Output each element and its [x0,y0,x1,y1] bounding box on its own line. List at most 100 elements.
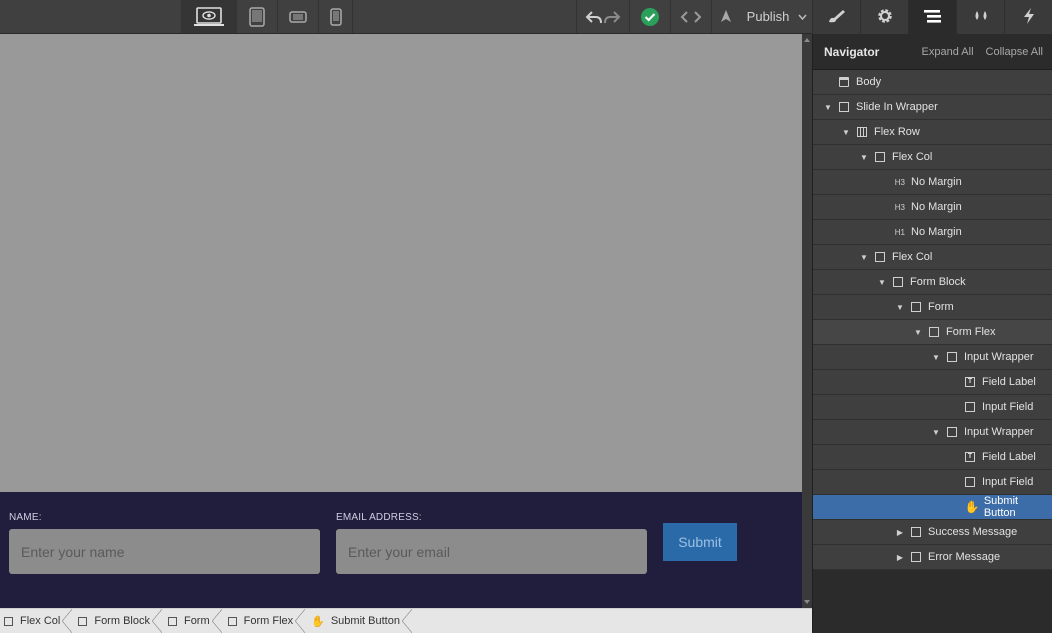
email-field-wrapper: EMAIL ADDRESS: Enter your email [336,512,647,574]
box-icon [911,552,921,562]
caret-down-icon[interactable]: ▼ [913,328,923,337]
tree-row-label: Input Wrapper [964,351,1034,363]
panel-tabs [812,0,1052,34]
code-export-button[interactable] [670,0,711,33]
box-icon [947,427,957,437]
tree-row[interactable]: T Field Label [813,445,1052,470]
tablet-view-button[interactable] [236,0,277,33]
breadcrumb-label: Flex Col [20,615,61,627]
breadcrumb-label: Submit Button [330,615,400,627]
tree-row[interactable]: H3 No Margin [813,195,1052,220]
publish-label: Publish [746,9,790,24]
box-icon [965,477,975,487]
text-field-icon: T [965,377,975,387]
scroll-up-arrow-icon[interactable] [804,38,810,42]
navigator-header: Navigator Expand All Collapse All [813,34,1052,70]
name-input[interactable]: Enter your name [9,529,320,574]
tree-row[interactable]: H3 No Margin [813,170,1052,195]
tree-row[interactable]: ▶ Success Message [813,520,1052,545]
tree-row[interactable]: T Field Label [813,370,1052,395]
tab-settings[interactable] [860,0,908,34]
caret-down-icon[interactable]: ▼ [859,253,869,262]
caret-down-icon[interactable]: ▼ [859,153,869,162]
breadcrumb-item-form[interactable]: Form [164,609,224,633]
breadcrumb-item-form-flex[interactable]: Form Flex [224,609,308,633]
box-icon [4,616,13,626]
tree-row-label: Flex Col [892,251,933,263]
caret-right-icon[interactable]: ▶ [895,528,905,537]
caret-right-icon[interactable]: ▶ [895,553,905,562]
breadcrumb-label: Form Block [94,615,150,627]
tree-row[interactable]: ▼ Form Block [813,270,1052,295]
tree-row[interactable]: ▼ Flex Row [813,120,1052,145]
redo-icon[interactable] [603,10,621,24]
tree-row[interactable]: Input Field [813,470,1052,495]
caret-down-icon[interactable]: ▼ [823,103,833,112]
heading-tag-icon: H3 [894,177,905,187]
desktop-view-button[interactable] [181,0,236,33]
tree-row[interactable]: H1 No Margin [813,220,1052,245]
code-brackets-icon [680,10,702,24]
tree-row-label: No Margin [911,201,962,213]
tree-row-label: Field Label [982,376,1036,388]
publish-button[interactable]: Publish [711,0,812,33]
navigator-icon [923,8,943,27]
tree-row[interactable]: ▼ Input Wrapper [813,420,1052,445]
caret-down-icon[interactable]: ▼ [877,278,887,287]
tree-row[interactable]: Input Field [813,395,1052,420]
caret-down-icon[interactable]: ▼ [895,303,905,312]
tab-navigator[interactable] [908,0,956,34]
form-section: NAME: Enter your name EMAIL ADDRESS: Ent… [0,492,802,608]
tree-row-label: Body [856,76,882,88]
tree-row-label: Input Field [982,476,1034,488]
tree-row[interactable]: ▶ Error Message [813,545,1052,570]
tree-row[interactable]: ▼ Form [813,295,1052,320]
email-input[interactable]: Enter your email [336,529,647,574]
desktop-preview-icon [194,6,224,27]
heading-tag-icon: H1 [894,227,905,237]
drops-icon [971,8,991,27]
collapse-all-button[interactable]: Collapse All [986,46,1043,58]
tree-row[interactable]: ▼ Form Flex [813,320,1052,345]
design-canvas[interactable]: NAME: Enter your name EMAIL ADDRESS: Ent… [0,34,802,608]
breadcrumb-item-flex-col[interactable]: Flex Col [0,609,74,633]
name-field-wrapper: NAME: Enter your name [9,512,320,574]
tree-row-label: Flex Col [892,151,933,163]
hand-icon: ✋ [964,500,980,514]
tab-interactions[interactable] [956,0,1004,34]
tab-style[interactable] [812,0,860,34]
gear-icon [876,7,894,28]
breadcrumb-item-submit-button[interactable]: ✋ Submit Button [307,609,414,633]
tree-row-label: Form Block [910,276,966,288]
mobile-portrait-button[interactable] [318,0,353,33]
tree-row[interactable]: ▼ Input Wrapper [813,345,1052,370]
tree-row-label: Field Label [982,451,1036,463]
status-button[interactable] [629,0,670,33]
scroll-down-arrow-icon[interactable] [804,600,810,604]
canvas-scrollbar[interactable] [802,34,812,608]
submit-button[interactable]: Submit [663,523,737,561]
tab-lightning[interactable] [1004,0,1052,34]
breadcrumb-item-form-block[interactable]: Form Block [74,609,164,633]
text-field-icon: T [965,452,975,462]
tree-row[interactable]: ✋ Submit Button [813,495,1052,520]
phone-portrait-icon [329,7,342,26]
caret-down-icon[interactable]: ▼ [841,128,851,137]
tree-row[interactable]: ▼ Flex Col [813,145,1052,170]
breadcrumb: Flex Col Form Block Form Form Flex ✋ Sub… [0,608,812,633]
caret-down-icon[interactable]: ▼ [931,353,941,362]
caret-down-icon[interactable]: ▼ [931,428,941,437]
tree-row-label: Input Wrapper [964,426,1034,438]
expand-all-button[interactable]: Expand All [922,46,974,58]
box-icon [929,327,939,337]
tree-row[interactable]: ▼ Flex Col [813,245,1052,270]
box-icon [167,616,177,626]
mobile-landscape-button[interactable] [277,0,318,33]
tree-row-label: Input Field [982,401,1034,413]
navigator-title: Navigator [824,44,880,59]
heading-tag-icon: H3 [894,202,905,212]
tree-row[interactable]: ▼ Slide In Wrapper [813,95,1052,120]
undo-icon[interactable] [585,10,603,24]
tree-row[interactable]: Body [813,70,1052,95]
box-icon [947,352,957,362]
